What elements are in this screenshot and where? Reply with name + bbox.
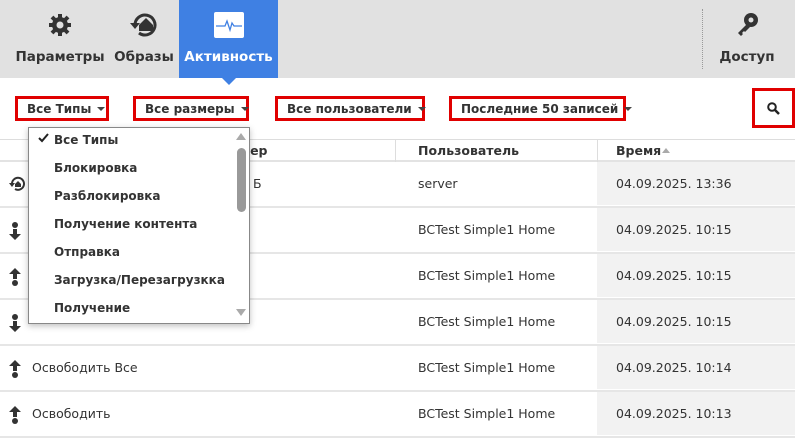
caret-down-icon	[624, 106, 633, 111]
dropdown-option[interactable]: Разблокировка	[54, 189, 161, 203]
user-cell: server	[418, 176, 458, 191]
type-filter[interactable]: Все Типы	[15, 96, 109, 121]
tab-parameters[interactable]: Параметры	[12, 0, 108, 78]
time-cell: 04.09.2025. 13:36	[616, 176, 732, 191]
column-divider	[395, 140, 396, 162]
tab-activity[interactable]: Активность	[179, 0, 278, 85]
image-restore-icon	[113, 10, 175, 40]
scroll-down-arrow[interactable]	[236, 309, 246, 316]
gear-icon	[12, 10, 108, 40]
time-cell: 04.09.2025. 10:13	[616, 406, 732, 421]
time-cell: 04.09.2025. 10:15	[616, 314, 732, 329]
column-user[interactable]: Пользователь	[418, 143, 519, 158]
user-cell: BCTest Simple1 Home	[418, 314, 556, 329]
user-cell: BCTest Simple1 Home	[418, 360, 556, 375]
upload-icon	[8, 267, 22, 290]
dropdown-option[interactable]: Загрузка/Перезагрузкка	[54, 273, 225, 287]
user-cell: BCTest Simple1 Home	[418, 268, 556, 283]
user-filter-value: Все пользователи	[287, 101, 412, 116]
dropdown-option[interactable]: Блокировка	[54, 161, 137, 175]
tab-access[interactable]: Доступ	[716, 0, 778, 78]
upload-icon	[8, 405, 22, 428]
download-icon	[8, 313, 22, 336]
time-cell: 04.09.2025. 10:14	[616, 360, 732, 375]
nav-divider	[702, 9, 703, 69]
type-cell: Освободить	[32, 406, 111, 421]
sort-asc-icon	[662, 148, 670, 153]
key-icon	[716, 10, 778, 40]
caret-down-icon	[240, 106, 249, 111]
user-cell: BCTest Simple1 Home	[418, 406, 556, 421]
size-filter[interactable]: Все размеры	[133, 96, 249, 121]
type-cell: Освободить Все	[32, 360, 138, 375]
table-row[interactable]: Освободить Все BCTest Simple1 Home 04.09…	[0, 346, 795, 392]
time-cell: 04.09.2025. 10:15	[616, 268, 732, 283]
dropdown-option[interactable]: Все Типы	[54, 133, 118, 147]
limit-filter[interactable]: Последние 50 записей	[449, 96, 633, 121]
table-row[interactable]: Освободить BCTest Simple1 Home 04.09.202…	[0, 392, 795, 438]
size-filter-value: Все размеры	[145, 101, 235, 116]
size-cell: Б	[253, 176, 262, 191]
top-nav: Параметры Образы Активность Доступ	[0, 0, 795, 85]
checkmark-icon	[38, 133, 49, 143]
time-cell: 04.09.2025. 10:15	[616, 222, 732, 237]
search-icon	[767, 101, 780, 115]
caret-down-icon	[97, 106, 106, 111]
search-button[interactable]	[752, 88, 795, 128]
caret-down-icon	[417, 106, 426, 111]
restore-icon	[8, 175, 26, 196]
type-dropdown-menu: Все Типы Блокировка Разблокировка Получение…	[28, 127, 250, 324]
user-cell: BCTest Simple1 Home	[418, 222, 556, 237]
activity-icon	[179, 10, 278, 40]
column-divider	[597, 140, 598, 162]
tab-images[interactable]: Образы	[113, 0, 175, 78]
dropdown-option[interactable]: Получение контента	[54, 217, 197, 231]
column-time[interactable]: Время	[616, 143, 661, 158]
download-icon	[8, 221, 22, 244]
limit-filter-value: Последние 50 записей	[461, 101, 619, 116]
scrollbar-thumb[interactable]	[237, 148, 246, 212]
dropdown-option[interactable]: Получение	[54, 301, 130, 315]
scroll-up-arrow[interactable]	[236, 133, 246, 140]
user-filter[interactable]: Все пользователи	[275, 96, 426, 121]
type-filter-value: Все Типы	[27, 101, 92, 116]
dropdown-option[interactable]: Отправка	[54, 245, 120, 259]
upload-icon	[8, 359, 22, 382]
